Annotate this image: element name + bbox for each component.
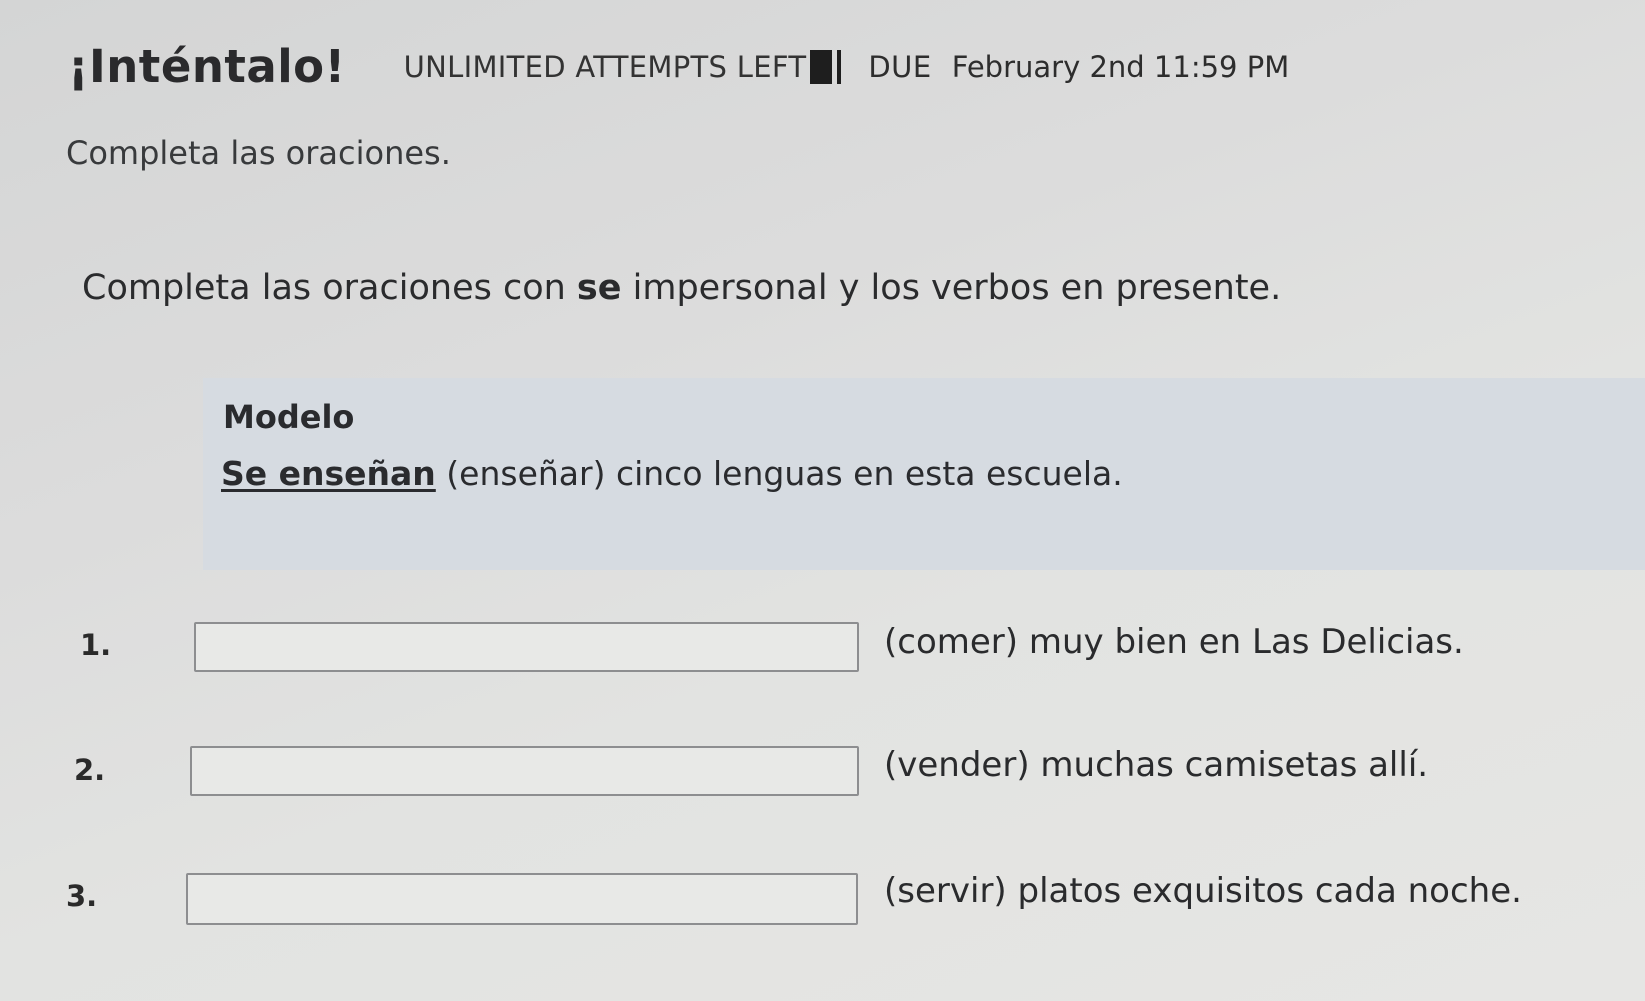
instructions-keyword: se [576,268,622,308]
model-sentence: Se enseñan (enseñar) cinco lenguas en es… [221,454,1123,493]
activity-subtitle: Completa las oraciones. [66,134,451,172]
question-number: 3. [66,879,98,913]
model-example-box: Modelo Se enseñan (enseñar) cinco lengua… [203,378,1645,570]
due-info: DUE February 2nd 11:59 PM [868,50,1289,84]
question-text: (vender) muchas camisetas allí. [884,745,1429,785]
instructions-text-end: impersonal y los verbos en presente. [621,268,1282,308]
model-sentence-rest: (enseñar) cinco lenguas en esta escuela. [435,454,1123,493]
question-item-1: 1. (comer) muy bien en Las Delicias. [0,612,1645,672]
instructions: Completa las oraciones con se impersonal… [82,268,1281,308]
question-text: (servir) platos exquisitos cada noche. [884,871,1522,911]
question-item-2: 2. (vender) muchas camisetas allí. [0,735,1645,796]
question-text: (comer) muy bien en Las Delicias. [884,622,1464,662]
battery-icon [810,49,842,84]
instructions-text-start: Completa las oraciones con [82,268,577,308]
due-date: February 2nd 11:59 PM [951,49,1290,84]
due-label: DUE [868,49,932,84]
answer-input-2[interactable] [190,746,859,796]
question-number: 2. [74,753,106,787]
answer-input-1[interactable] [194,622,859,672]
assignment-header: ¡Inténtalo! UNLIMITED ATTEMPTS LEFT DUE … [68,40,1289,93]
question-number: 1. [80,628,112,662]
model-title: Modelo [223,398,355,436]
answer-input-3[interactable] [186,873,858,925]
model-answer: Se enseñan [221,454,436,493]
question-item-3: 3. (servir) platos exquisitos cada noche… [0,861,1645,925]
attempts-label: UNLIMITED ATTEMPTS LEFT [403,49,807,84]
attempts-indicator: UNLIMITED ATTEMPTS LEFT [403,49,842,84]
page-title: ¡Inténtalo! [68,40,346,93]
